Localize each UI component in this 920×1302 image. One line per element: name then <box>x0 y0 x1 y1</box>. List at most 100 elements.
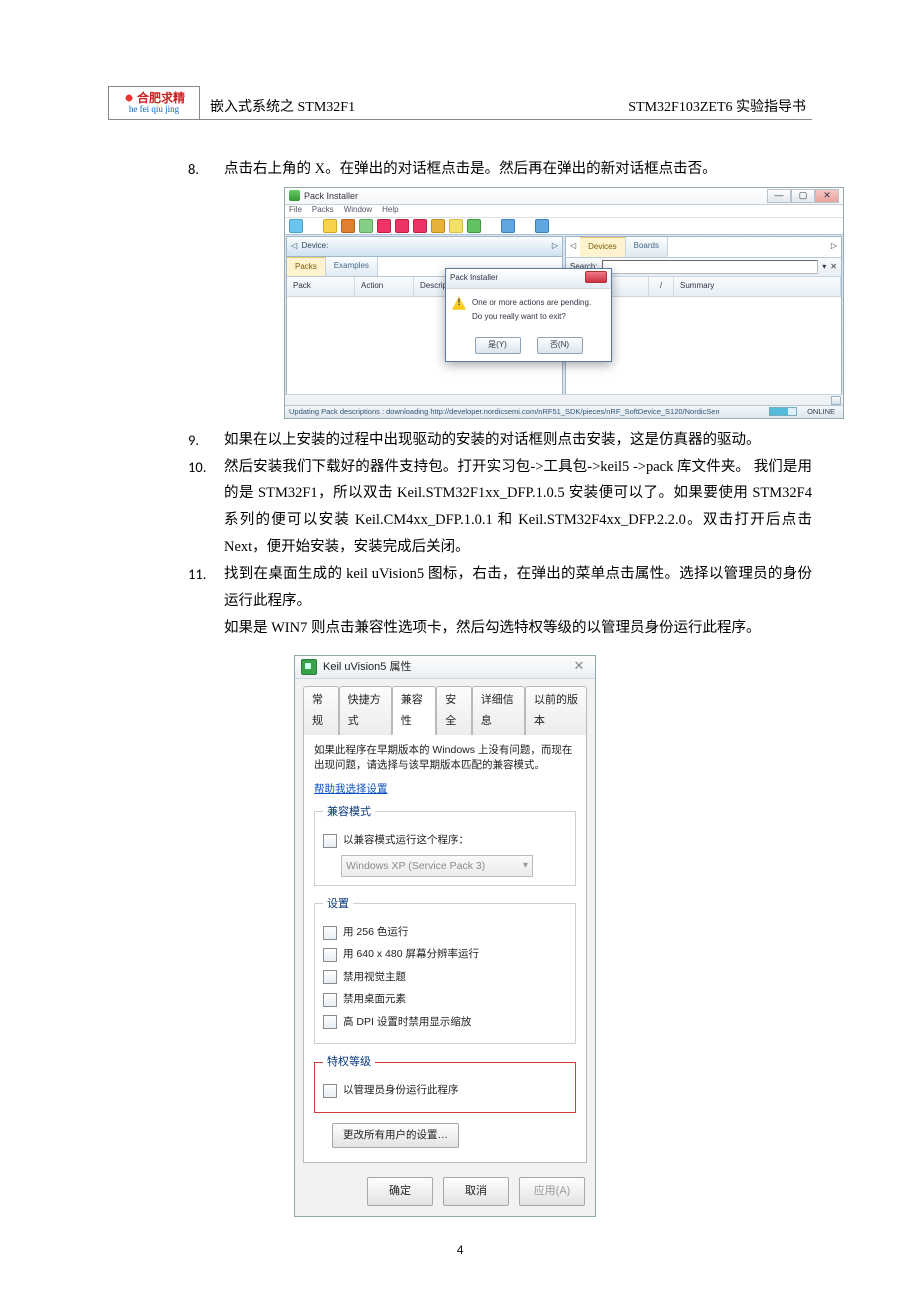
toolbar-icon[interactable] <box>377 219 391 233</box>
left-pane-head: Device: <box>302 241 329 250</box>
chk-no-desktop-comp[interactable] <box>323 993 337 1007</box>
toolbar-icon <box>307 220 319 232</box>
col-pack: Pack <box>287 277 355 296</box>
tab-packs[interactable]: Packs <box>287 257 326 277</box>
online-badge: ONLINE <box>803 405 839 419</box>
dialog-close-button[interactable] <box>585 271 607 283</box>
toolbar-icon[interactable] <box>501 219 515 233</box>
chk-compat-mode-label: 以兼容模式运行这个程序： <box>343 831 469 850</box>
item-10: 然后安装我们下载好的器件支持包。打开实习包->工具包->keil5 ->pack… <box>188 454 812 561</box>
col-sep: / <box>649 277 674 296</box>
chk-compat-mode[interactable] <box>323 834 337 848</box>
toolbar-icon[interactable] <box>431 219 445 233</box>
logo-en: he fei qiu jing <box>129 105 179 114</box>
toolbar-icon[interactable] <box>535 219 549 233</box>
app-icon <box>289 190 300 201</box>
chk-hidpi[interactable] <box>323 1015 337 1029</box>
tab-general[interactable]: 常规 <box>303 686 339 735</box>
item-11b: 如果是 WIN7 则点击兼容性选项卡，然后勾选特权等级的以管理员身份运行此程序。 <box>188 615 812 642</box>
item-11-text: 找到在桌面生成的 keil uVision5 图标，右击，在弹出的菜单点击属性。… <box>224 566 812 609</box>
tab-boards[interactable]: Boards <box>626 237 668 257</box>
toolbar-icon <box>485 220 497 232</box>
tab-security[interactable]: 安全 <box>436 686 472 735</box>
statusbar: Updating Pack descriptions : downloading… <box>285 405 843 418</box>
legend-privilege: 特权等级 <box>323 1052 375 1072</box>
header-right: STM32F103ZET6 实验指导书 <box>628 96 806 116</box>
toolbar-icon[interactable] <box>289 219 303 233</box>
chk-640x480-label: 用 640 x 480 屏幕分辨率运行 <box>343 945 479 964</box>
fieldset-settings: 设置 用 256 色运行 用 640 x 480 屏幕分辨率运行 禁用视觉主题 … <box>314 894 576 1044</box>
tab-compatibility[interactable]: 兼容性 <box>392 686 436 735</box>
chk-256-colors[interactable] <box>323 926 337 940</box>
no-button[interactable]: 否(N) <box>537 337 583 354</box>
page-number: 4 <box>0 1243 920 1258</box>
legend-settings: 设置 <box>323 894 353 914</box>
cancel-button[interactable]: 取消 <box>443 1177 509 1205</box>
page-header: 合肥求精 he fei qiu jing 嵌入式系统之 STM32F1 STM3… <box>108 86 812 120</box>
toolbar-icon <box>519 220 531 232</box>
ok-button[interactable]: 确定 <box>367 1177 433 1205</box>
properties-title: Keil uVision5 属性 <box>323 657 563 677</box>
properties-dialog: Keil uVision5 属性 ✕ 常规 快捷方式 兼容性 安全 详细信息 以… <box>294 655 596 1216</box>
window-title: Pack Installer <box>304 188 763 205</box>
dialog-line1: One or more actions are pending. <box>472 296 591 311</box>
chk-no-themes[interactable] <box>323 970 337 984</box>
close-button[interactable]: ✕ <box>815 189 839 203</box>
tab-shortcut[interactable]: 快捷方式 <box>339 686 392 735</box>
chk-run-as-admin[interactable] <box>323 1084 337 1098</box>
apply-button[interactable]: 应用(A) <box>519 1177 585 1205</box>
chk-run-as-admin-label: 以管理员身份运行此程序 <box>343 1081 459 1100</box>
dialog-title: Pack Installer <box>450 271 498 286</box>
clear-search-icon[interactable]: ✕ <box>830 260 837 275</box>
chk-no-themes-label: 禁用视觉主题 <box>343 968 406 987</box>
logo-cn: 合肥求精 <box>137 92 185 105</box>
toolbar-icon[interactable] <box>359 219 373 233</box>
yes-button[interactable]: 是(Y) <box>475 337 521 354</box>
tab-previous[interactable]: 以前的版本 <box>525 686 587 735</box>
status-text: Updating Pack descriptions : downloading… <box>289 405 719 419</box>
chk-no-desktop-comp-label: 禁用桌面元素 <box>343 990 406 1009</box>
pack-installer-window: Pack Installer — ▢ ✕ File Packs Window H… <box>284 187 844 419</box>
menu-packs[interactable]: Packs <box>312 203 334 218</box>
help-link[interactable]: 帮助我选择设置 <box>314 780 576 799</box>
toolbar-icon[interactable] <box>323 219 337 233</box>
item-11: 找到在桌面生成的 keil uVision5 图标，右击，在弹出的菜单点击属性。… <box>188 561 812 615</box>
close-icon[interactable]: ✕ <box>569 660 589 674</box>
chk-256-colors-label: 用 256 色运行 <box>343 923 408 942</box>
tab-details[interactable]: 详细信息 <box>472 686 525 735</box>
item-9: 如果在以上安装的过程中出现驱动的安装的对话框则点击安装，这是仿真器的驱动。 <box>188 427 812 454</box>
toolbar-icon[interactable] <box>449 219 463 233</box>
item-8-text: 点击右上角的 X。在弹出的对话框点击是。然后再在弹出的新对话框点击否。 <box>224 161 717 177</box>
col-summary: Summary <box>674 277 841 296</box>
warning-icon <box>452 296 466 310</box>
menu-window[interactable]: Window <box>344 203 372 218</box>
minimize-button[interactable]: — <box>767 189 791 203</box>
dialog-line2: Do you really want to exit? <box>472 310 591 325</box>
toolbar-icon[interactable] <box>413 219 427 233</box>
menu-file[interactable]: File <box>289 203 302 218</box>
header-left: 嵌入式系统之 STM32F1 <box>210 96 355 116</box>
fieldset-compat-mode: 兼容模式 以兼容模式运行这个程序： Windows XP (Service Pa… <box>314 802 576 886</box>
item-8: 点击右上角的 X。在弹出的对话框点击是。然后再在弹出的新对话框点击否。 Pack… <box>188 156 812 419</box>
change-all-users-button[interactable]: 更改所有用户的设置… <box>332 1123 459 1148</box>
col-action: Action <box>355 277 414 296</box>
compat-os-combo[interactable]: Windows XP (Service Pack 3) <box>341 855 533 877</box>
maximize-button[interactable]: ▢ <box>791 189 815 203</box>
chk-hidpi-label: 高 DPI 设置时禁用显示缩放 <box>343 1013 471 1032</box>
compat-intro: 如果此程序在早期版本的 Windows 上没有问题，而现在出现问题，请选择与该早… <box>314 743 576 772</box>
search-dropdown-icon[interactable]: ▾ <box>822 260 826 275</box>
toolbar-icon[interactable] <box>395 219 409 233</box>
tab-examples[interactable]: Examples <box>326 257 378 277</box>
scroll-thumb[interactable] <box>831 396 841 405</box>
toolbar-icon[interactable] <box>467 219 481 233</box>
chk-640x480[interactable] <box>323 948 337 962</box>
logo: 合肥求精 he fei qiu jing <box>108 86 200 120</box>
toolbar <box>285 217 843 235</box>
toolbar-icon[interactable] <box>341 219 355 233</box>
menubar: File Packs Window Help <box>285 205 843 217</box>
confirm-dialog: Pack Installer One or more actions are p… <box>445 268 612 362</box>
menu-help[interactable]: Help <box>382 203 398 218</box>
legend-compat-mode: 兼容模式 <box>323 802 375 822</box>
search-input[interactable] <box>602 260 819 274</box>
tab-devices[interactable]: Devices <box>580 237 625 257</box>
